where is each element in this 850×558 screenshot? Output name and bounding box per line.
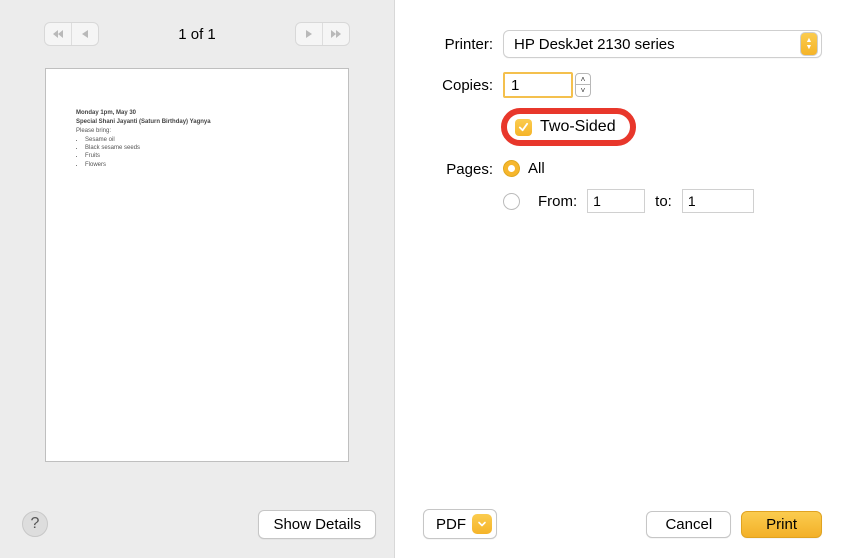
pages-from-input[interactable] [587,189,645,213]
pager-prev-group[interactable] [44,22,99,46]
print-form: Printer: HP DeskJet 2130 series ▲▼ Copie… [423,30,822,490]
next-page-button[interactable] [296,23,322,45]
copies-row: Copies: ˄ ˅ [423,72,822,98]
pages-range-radio[interactable] [503,193,520,210]
printer-select[interactable]: HP DeskJet 2130 series ▲▼ [503,30,822,58]
printer-row: Printer: HP DeskJet 2130 series ▲▼ [423,30,822,58]
show-details-button[interactable]: Show Details [258,510,376,539]
preview-footer: ? Show Details [0,490,394,558]
pages-range-option[interactable]: From: to: [503,189,754,213]
two-sided-label: Two-Sided [540,118,616,136]
copies-down-button[interactable]: ˅ [575,85,591,97]
print-dialog: 1 of 1 Monday 1pm, May 30 Special Shani … [0,0,850,558]
printer-label: Printer: [423,36,503,53]
preview-line: Monday 1pm, May 30 [76,109,318,117]
pages-all-label: All [528,160,545,177]
page-preview: Monday 1pm, May 30 Special Shani Jayanti… [0,68,394,490]
two-sided-row: Two-Sided [501,108,822,146]
help-button[interactable]: ? [22,511,48,537]
preview-line: Special Shani Jayanti (Saturn Birthday) … [76,118,318,126]
copies-label: Copies: [423,77,503,94]
preview-list-item: Fruits [85,152,318,160]
preview-panel: 1 of 1 Monday 1pm, May 30 Special Shani … [0,0,395,558]
settings-panel: Printer: HP DeskJet 2130 series ▲▼ Copie… [395,0,850,558]
last-page-button[interactable] [323,23,349,45]
copies-input[interactable] [503,72,573,98]
help-icon: ? [31,515,40,533]
preview-list-item: Black sesame seeds [85,144,318,152]
chevron-down-icon [472,514,492,534]
pages-label: Pages: [423,160,503,178]
preview-list-item: Flowers [85,161,318,169]
preview-line: Please bring: [76,127,318,135]
cancel-button[interactable]: Cancel [646,511,731,538]
preview-list: Sesame oil Black sesame seeds Fruits Flo… [85,136,318,168]
pdf-label: PDF [436,516,466,533]
pager-next-group[interactable] [295,22,350,46]
pages-all-option[interactable]: All [503,160,754,177]
pages-options: All From: to: [503,160,754,213]
pages-from-label: From: [538,193,577,210]
pager: 1 of 1 [0,0,394,68]
preview-page: Monday 1pm, May 30 Special Shani Jayanti… [45,68,349,462]
pages-row: Pages: All From: to: [423,160,822,213]
select-stepper-icon: ▲▼ [800,32,818,56]
preview-list-item: Sesame oil [85,136,318,144]
printer-value: HP DeskJet 2130 series [514,36,675,53]
print-button[interactable]: Print [741,511,822,538]
pdf-menu-button[interactable]: PDF [423,509,497,539]
highlight-annotation: Two-Sided [501,108,636,146]
copies-up-button[interactable]: ˄ [575,73,591,85]
first-page-button[interactable] [45,23,71,45]
pages-to-label: to: [655,193,672,210]
copies-stepper[interactable]: ˄ ˅ [575,73,591,97]
dialog-footer: PDF Cancel Print [423,490,822,558]
page-indicator: 1 of 1 [178,26,216,43]
prev-page-button[interactable] [72,23,98,45]
pages-to-input[interactable] [682,189,754,213]
two-sided-checkbox[interactable] [515,119,532,136]
pages-all-radio[interactable] [503,160,520,177]
